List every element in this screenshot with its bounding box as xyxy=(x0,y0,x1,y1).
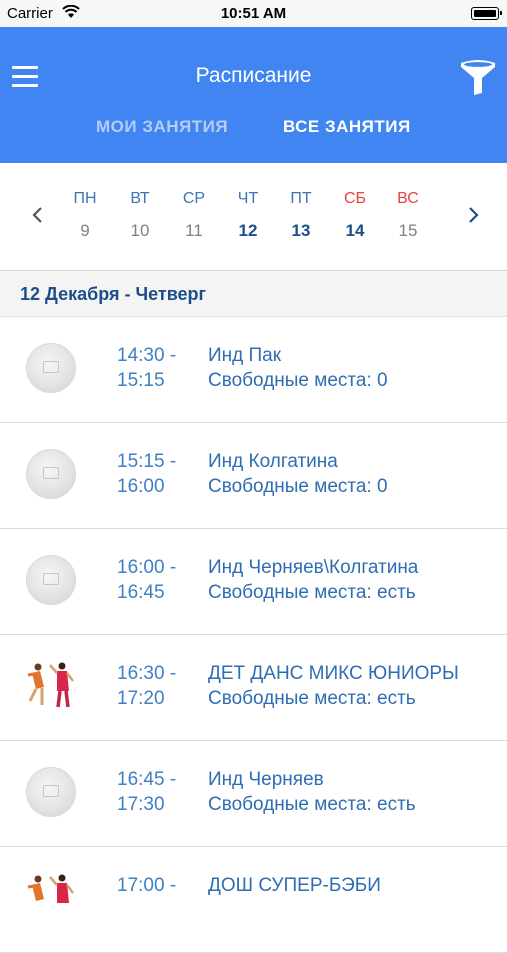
day-name: ПН xyxy=(73,190,97,207)
class-start-time: 16:45 - xyxy=(117,769,177,790)
class-time: 14:30 - 15:15 xyxy=(117,343,176,393)
placeholder-image-icon xyxy=(26,343,76,393)
battery-icon xyxy=(471,7,502,20)
day-friday[interactable]: ПТ 13 xyxy=(281,190,321,241)
dancers-image xyxy=(27,662,74,708)
chevron-left-icon[interactable] xyxy=(26,203,50,227)
class-row[interactable]: 15:15 - 16:00 Инд Колгатина Свободные ме… xyxy=(0,423,507,529)
date-section-header: 12 Декабря - Четверг xyxy=(0,271,507,317)
class-start-time: 17:00 - xyxy=(117,875,177,896)
class-info: Инд Колгатина Свободные места: 0 xyxy=(208,449,388,499)
tab-all-classes[interactable]: ВСЕ ЗАНЯТИЯ xyxy=(283,117,411,137)
class-spots: Свободные места: есть xyxy=(208,582,416,603)
day-saturday[interactable]: СБ 14 xyxy=(335,190,375,241)
class-time: 17:00 - xyxy=(117,873,176,898)
class-time: 16:30 - 17:20 xyxy=(117,661,176,711)
class-title: Инд Колгатина xyxy=(208,451,338,472)
day-number: 12 xyxy=(238,221,258,240)
class-spots: Свободные места: есть xyxy=(208,688,416,709)
class-end-time: 16:45 xyxy=(117,582,165,603)
day-thursday[interactable]: ЧТ 12 xyxy=(228,190,268,241)
class-spots: Свободные места: 0 xyxy=(208,476,388,497)
class-start-time: 16:00 - xyxy=(117,557,177,578)
placeholder-image-icon xyxy=(26,555,76,605)
class-start-time: 15:15 - xyxy=(117,451,177,472)
day-name: ПТ xyxy=(290,190,312,207)
class-end-time: 16:00 xyxy=(117,476,165,497)
tab-my-classes[interactable]: МОИ ЗАНЯТИЯ xyxy=(96,117,228,137)
day-number: 15 xyxy=(398,221,418,240)
class-row[interactable]: 16:00 - 16:45 Инд Черняев\Колгатина Своб… xyxy=(0,529,507,635)
placeholder-image-icon xyxy=(26,449,76,499)
day-name: СР xyxy=(182,190,206,207)
filter-icon[interactable] xyxy=(458,59,498,97)
class-time: 15:15 - 16:00 xyxy=(117,449,176,499)
day-number: 14 xyxy=(345,221,365,240)
dancers-image xyxy=(27,874,74,903)
class-spots: Свободные места: есть xyxy=(208,794,416,815)
class-row[interactable]: 17:00 - ДОШ СУПЕР-БЭБИ xyxy=(0,847,507,953)
class-title: ДЕТ ДАНС МИКС ЮНИОРЫ xyxy=(208,663,459,684)
class-title: Инд Пак xyxy=(208,345,282,366)
class-time: 16:45 - 17:30 xyxy=(117,767,176,817)
class-end-time: 15:15 xyxy=(117,370,165,391)
date-header-label: 12 Декабря - Четверг xyxy=(20,284,207,304)
class-start-time: 16:30 - xyxy=(117,663,177,684)
day-name: ЧТ xyxy=(237,190,259,207)
class-start-time: 14:30 - xyxy=(117,345,177,366)
class-row[interactable]: 14:30 - 15:15 Инд Пак Свободные места: 0 xyxy=(0,317,507,423)
class-info: Инд Пак Свободные места: 0 xyxy=(208,343,388,393)
day-number: 11 xyxy=(185,221,203,240)
class-title: ДОШ СУПЕР-БЭБИ xyxy=(208,875,381,896)
status-bar: Carrier 10:51 AM xyxy=(0,0,507,27)
page-title: Расписание xyxy=(195,64,312,87)
day-sunday[interactable]: ВС 15 xyxy=(388,190,428,241)
class-info: Инд Черняев Свободные места: есть xyxy=(208,767,416,817)
class-spots: Свободные места: 0 xyxy=(208,370,388,391)
tab-bar: МОИ ЗАНЯТИЯ ВСЕ ЗАНЯТИЯ xyxy=(0,117,507,147)
class-end-time: 17:20 xyxy=(117,688,165,709)
week-selector: ПН 9 ВТ 10 СР 11 ЧТ 12 ПТ 13 СБ 14 ВС 15 xyxy=(0,163,507,271)
day-name: ВС xyxy=(397,190,419,207)
class-time: 16:00 - 16:45 xyxy=(117,555,176,605)
day-number: 13 xyxy=(291,221,311,240)
placeholder-image-icon xyxy=(26,767,76,817)
class-info: Инд Черняев\Колгатина Свободные места: е… xyxy=(208,555,418,605)
class-title: Инд Черняев\Колгатина xyxy=(208,557,419,578)
class-row[interactable]: 16:45 - 17:30 Инд Черняев Свободные мест… xyxy=(0,741,507,847)
status-time: 10:51 AM xyxy=(220,5,287,22)
day-number: 10 xyxy=(130,221,150,240)
day-tuesday[interactable]: ВТ 10 xyxy=(120,190,160,241)
class-end-time: 17:30 xyxy=(117,794,165,815)
class-list: 14:30 - 15:15 Инд Пак Свободные места: 0… xyxy=(0,317,507,953)
class-title: Инд Черняев xyxy=(208,769,324,790)
class-info: ДОШ СУПЕР-БЭБИ xyxy=(208,873,381,898)
day-name: СБ xyxy=(343,190,367,207)
day-number: 9 xyxy=(80,221,90,240)
day-name: ВТ xyxy=(130,190,150,207)
class-info: ДЕТ ДАНС МИКС ЮНИОРЫ Свободные места: ес… xyxy=(208,661,459,711)
day-monday[interactable]: ПН 9 xyxy=(65,190,105,241)
class-row[interactable]: 16:30 - 17:20 ДЕТ ДАНС МИКС ЮНИОРЫ Свобо… xyxy=(0,635,507,741)
day-wednesday[interactable]: СР 11 xyxy=(174,190,214,241)
chevron-right-icon[interactable] xyxy=(461,203,485,227)
app-header: Расписание МОИ ЗАНЯТИЯ ВСЕ ЗАНЯТИЯ xyxy=(0,27,507,163)
